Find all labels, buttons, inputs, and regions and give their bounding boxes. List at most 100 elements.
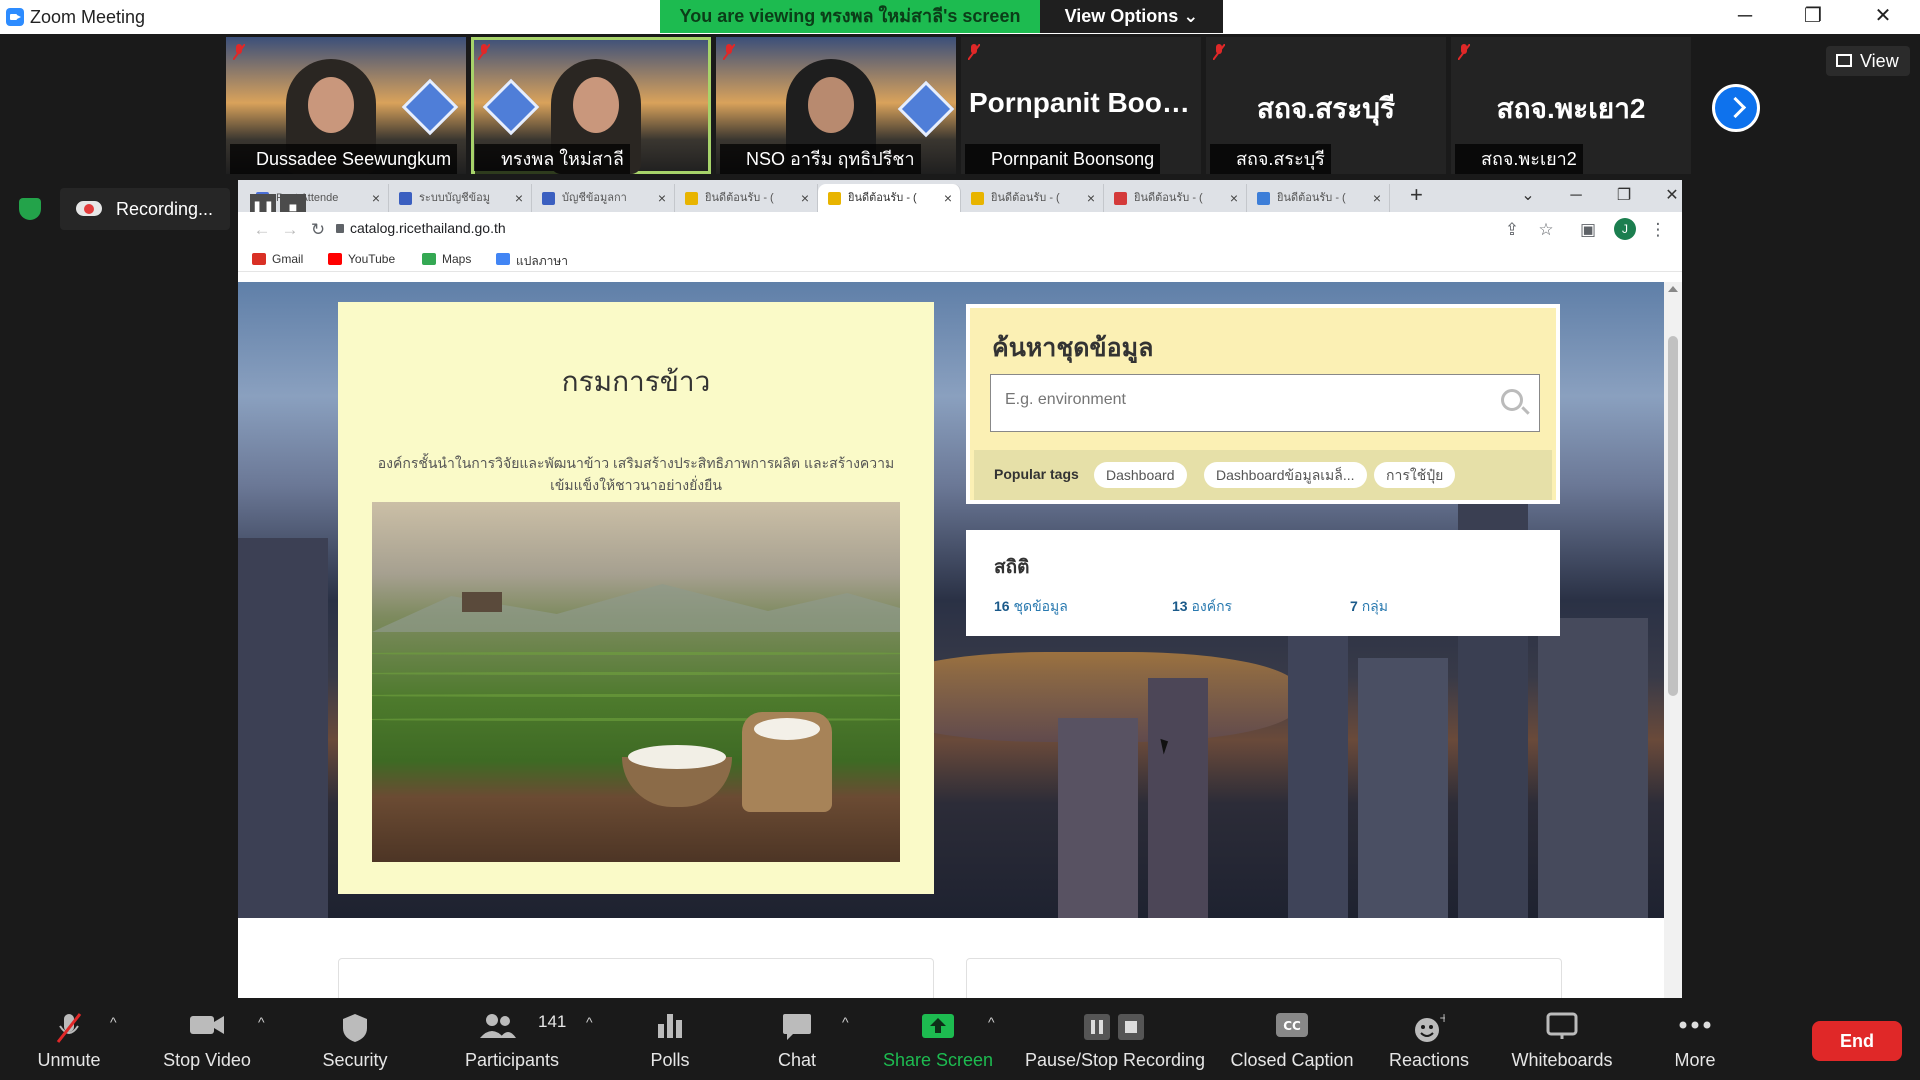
organization-title: กรมการข้าว — [561, 366, 711, 397]
restore-button[interactable]: ❐ — [1778, 0, 1848, 34]
share-screen-button[interactable]: Share Screen — [876, 998, 1000, 1080]
stat-datasets[interactable]: 16 ชุดข้อมูล — [994, 596, 1068, 618]
share-options-caret-icon[interactable]: ^ — [988, 1014, 995, 1030]
tag-fertilizer[interactable]: การใช้ปุ๋ย — [1374, 462, 1456, 488]
participant-tile[interactable]: NSO อารีม ฤทธิปรีชา — [716, 37, 956, 174]
unmute-button[interactable]: Unmute — [14, 998, 124, 1080]
browser-tab[interactable]: ระบบบัญชีข้อมู × — [389, 184, 532, 212]
chat-caret-icon[interactable]: ^ — [842, 1014, 849, 1030]
youtube-icon — [328, 253, 342, 265]
content-card-right — [966, 958, 1562, 1000]
bookmark-maps[interactable]: Maps — [422, 252, 471, 266]
participant-name: สถจ.สระบุรี — [1210, 144, 1331, 174]
tag-dashboard[interactable]: Dashboard — [1094, 462, 1187, 488]
muted-mic-icon — [968, 44, 980, 60]
stat-organizations[interactable]: 13 องค์กร — [1172, 596, 1232, 618]
security-shield-icon — [343, 1014, 367, 1042]
search-icon[interactable] — [1501, 389, 1523, 411]
tab-title: ระบบบัญชีข้อมู — [419, 192, 490, 204]
view-label: View — [1860, 51, 1899, 71]
participant-tile[interactable]: สถจ.สระบุรี สถจ.สระบุรี — [1206, 37, 1446, 174]
dataset-search-card: ค้นหาชุดข้อมูล Popular tags Dashboard Da… — [966, 304, 1560, 504]
stop-video-button[interactable]: Stop Video — [152, 998, 262, 1080]
close-tab-icon[interactable]: × — [944, 184, 952, 212]
reactions-label: Reactions — [1388, 1050, 1470, 1070]
browser-tab-active[interactable]: ยินดีต้อนรับ - (× — [818, 184, 961, 212]
participant-tile[interactable]: Dussadee Seewungkum — [226, 37, 466, 174]
forward-arrow-icon[interactable]: → — [280, 220, 300, 240]
shared-browser-window: Post Attende × ระบบบัญชีข้อมู × บัญชีข้อมู… — [238, 180, 1682, 1000]
audio-options-caret-icon[interactable]: ^ — [110, 1014, 117, 1030]
end-meeting-button[interactable]: End — [1812, 1021, 1902, 1061]
close-tab-icon[interactable]: × — [658, 184, 666, 212]
browser-tab[interactable]: บัญชีข้อมูลกา × — [532, 184, 675, 212]
participants-button[interactable]: 141 Participants — [456, 998, 568, 1080]
close-tab-icon[interactable]: × — [801, 184, 809, 212]
page-scrollbar[interactable] — [1664, 282, 1682, 1000]
reload-icon[interactable]: ↻ — [308, 220, 328, 240]
bookmark-translate[interactable]: แปลภาษา — [496, 252, 568, 271]
browser-tab[interactable]: ยินดีต้อนรับ - (× — [1247, 184, 1390, 212]
address-bar[interactable]: catalog.ricethailand.go.th — [350, 220, 506, 236]
whiteboard-icon — [1546, 1012, 1578, 1039]
participant-tile-active-speaker[interactable]: ทรงพล ใหม่สาลี — [471, 37, 711, 174]
security-button[interactable]: Security — [300, 998, 410, 1080]
svg-text:CC: CC — [1283, 1019, 1301, 1033]
bookmark-youtube[interactable]: YouTube — [328, 252, 395, 266]
profile-avatar[interactable]: J — [1614, 218, 1636, 240]
browser-restore-icon[interactable]: ❐ — [1604, 182, 1644, 210]
logo-cube-icon — [401, 78, 459, 136]
close-tab-icon[interactable]: × — [372, 184, 380, 212]
view-options-button[interactable]: View Options ⌄ — [1040, 0, 1223, 33]
participant-name: Pornpanit Boonsong — [965, 144, 1161, 174]
whiteboards-button[interactable]: Whiteboards — [1500, 998, 1624, 1080]
minimize-button[interactable]: ─ — [1710, 0, 1780, 34]
polls-button[interactable]: Polls — [614, 998, 726, 1080]
stat-groups[interactable]: 7 กลุ่ม — [1350, 596, 1388, 618]
closed-caption-button[interactable]: CC Closed Caption — [1222, 998, 1362, 1080]
close-tab-icon[interactable]: × — [515, 184, 523, 212]
participants-caret-icon[interactable]: ^ — [586, 1014, 593, 1030]
scrollbar-thumb[interactable] — [1668, 336, 1678, 696]
browser-tab[interactable]: ยินดีต้อนรับ - (× — [675, 184, 818, 212]
organization-description: องค์กรชั้นนำในการวิจัยและพัฒนาข้าว เสริม… — [377, 455, 895, 493]
close-window-button[interactable]: ✕ — [1848, 0, 1918, 34]
search-box[interactable] — [990, 374, 1540, 432]
close-tab-icon[interactable]: × — [1230, 184, 1238, 212]
dataset-search-input[interactable] — [1005, 391, 1475, 409]
view-layout-button[interactable]: View — [1826, 46, 1910, 76]
popular-tags-bar: Popular tags Dashboard Dashboardข้อมูลเม… — [974, 450, 1552, 500]
reactions-button[interactable]: + Reactions — [1374, 998, 1484, 1080]
browser-tab[interactable]: ยินดีต้อนรับ - (× — [961, 184, 1104, 212]
tag-dashboard-data[interactable]: Dashboardข้อมูลเมล็... — [1204, 462, 1367, 488]
browser-minimize-icon[interactable]: ─ — [1556, 182, 1596, 210]
maps-icon — [422, 253, 436, 265]
tab-favicon — [828, 192, 841, 205]
more-button[interactable]: More — [1640, 998, 1750, 1080]
back-arrow-icon[interactable]: ← — [252, 220, 272, 240]
logo-cube-icon — [897, 80, 955, 138]
bookmark-star-icon[interactable]: ☆ — [1536, 220, 1556, 240]
next-page-arrow-icon[interactable] — [1712, 84, 1760, 132]
chat-bubble-icon — [783, 1014, 811, 1040]
pause-stop-recording-button[interactable]: Pause/Stop Recording — [1020, 998, 1210, 1080]
browser-menu-icon[interactable]: ⋮ — [1648, 220, 1668, 240]
chat-button[interactable]: Chat — [742, 998, 852, 1080]
logo-cube-icon — [482, 78, 540, 136]
closed-caption-icon: CC — [1276, 1013, 1308, 1037]
side-panel-icon[interactable]: ▣ — [1578, 220, 1598, 240]
close-tab-icon[interactable]: × — [1373, 184, 1381, 212]
closed-caption-label: Closed Caption — [1230, 1050, 1354, 1070]
encryption-shield-icon[interactable] — [19, 198, 41, 220]
participant-tile[interactable]: Pornpanit Boon... Pornpanit Boonsong — [961, 37, 1201, 174]
participant-tile[interactable]: สถจ.พะเยา2 สถจ.พะเยา2 — [1451, 37, 1691, 174]
browser-tab[interactable]: ยินดีต้อนรับ - (× — [1104, 184, 1247, 212]
browser-close-icon[interactable]: ✕ — [1652, 182, 1682, 210]
close-tab-icon[interactable]: × — [1087, 184, 1095, 212]
share-icon[interactable]: ⇪ — [1502, 220, 1522, 240]
tab-search-chevron-icon[interactable]: ⌄ — [1508, 182, 1548, 210]
video-options-caret-icon[interactable]: ^ — [258, 1014, 265, 1030]
bookmark-gmail[interactable]: Gmail — [252, 252, 303, 266]
new-tab-button[interactable]: + — [1410, 182, 1423, 208]
scroll-up-arrow-icon[interactable] — [1668, 286, 1678, 292]
